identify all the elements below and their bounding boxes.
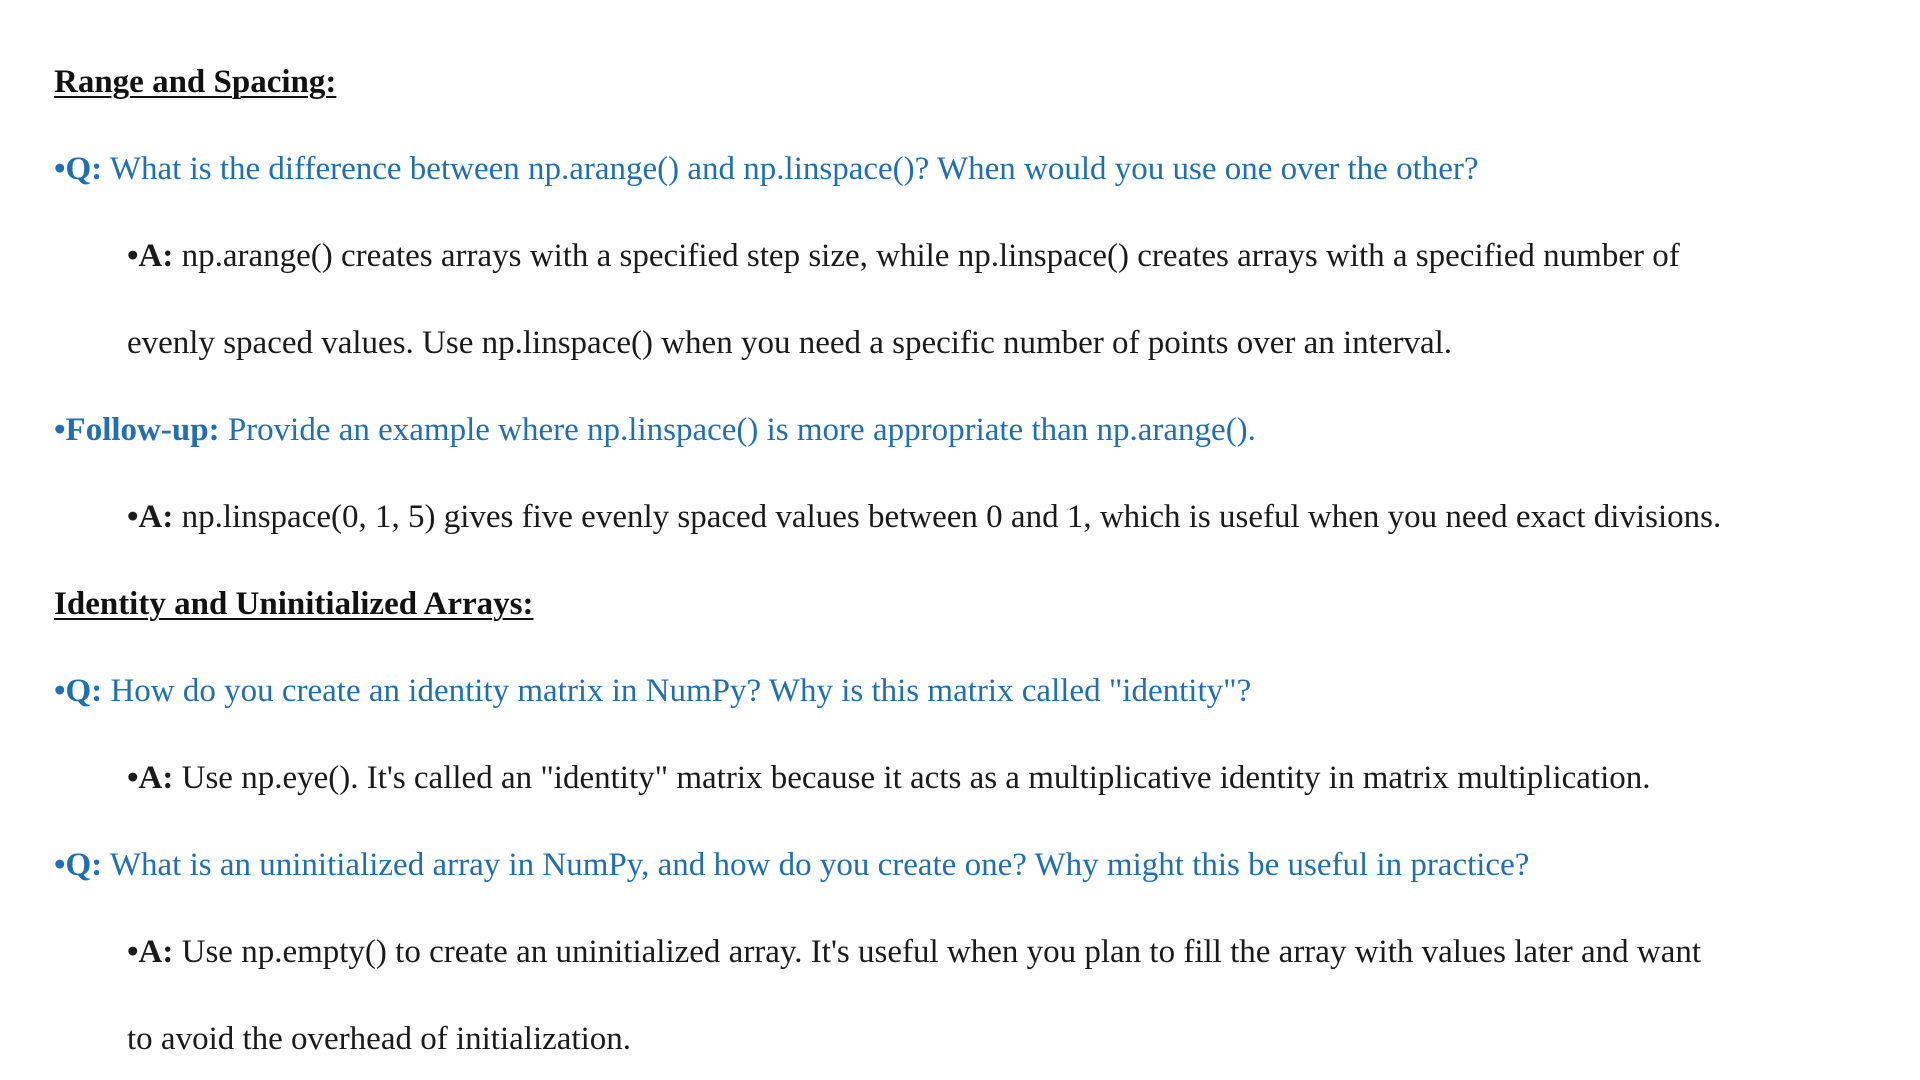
question-label: •Q:: [54, 673, 103, 709]
answer-label: •A:: [127, 499, 174, 535]
question-arange-vs-linspace: •Q: What is the difference between np.ar…: [54, 149, 1479, 189]
followup-label: •Follow-up:: [54, 412, 220, 448]
answer-continuation: evenly spaced values. Use np.linspace() …: [127, 325, 1453, 361]
answer-arange-vs-linspace: •A: np.arange() creates arrays with a sp…: [127, 236, 1680, 276]
question-text: What is the difference between np.arange…: [109, 151, 1479, 187]
section-heading-identity-uninitialized: Identity and Uninitialized Arrays:: [54, 586, 534, 622]
answer-linspace-example: •A: np.linspace(0, 1, 5) gives five even…: [127, 497, 1721, 537]
document-page: Range and Spacing: •Q: What is the diffe…: [0, 0, 1920, 1080]
question-identity-matrix: •Q: How do you create an identity matrix…: [54, 671, 1251, 711]
question-label: •Q:: [54, 151, 103, 187]
answer-identity-matrix: •A: Use np.eye(). It's called an "identi…: [127, 758, 1651, 798]
answer-text: Use np.eye(). It's called an "identity" …: [181, 760, 1651, 796]
answer-text: np.arange() creates arrays with a specif…: [181, 238, 1680, 274]
question-uninitialized-array: •Q: What is an uninitialized array in Nu…: [54, 845, 1529, 885]
answer-text: np.linspace(0, 1, 5) gives five evenly s…: [181, 499, 1722, 535]
question-text: How do you create an identity matrix in …: [110, 673, 1252, 709]
question-label: •Q:: [54, 847, 103, 883]
answer-continuation: to avoid the overhead of initialization.: [127, 1021, 632, 1057]
section-heading-range-spacing: Range and Spacing:: [54, 64, 337, 100]
question-text: What is an uninitialized array in NumPy,…: [109, 847, 1530, 883]
answer-label: •A:: [127, 238, 174, 274]
followup-linspace-example: •Follow-up: Provide an example where np.…: [54, 410, 1256, 450]
answer-uninitialized-array: •A: Use np.empty() to create an uninitia…: [127, 932, 1701, 972]
answer-label: •A:: [127, 934, 174, 970]
answer-text: Use np.empty() to create an uninitialize…: [181, 934, 1702, 970]
followup-text: Provide an example where np.linspace() i…: [227, 412, 1256, 448]
answer-label: •A:: [127, 760, 174, 796]
